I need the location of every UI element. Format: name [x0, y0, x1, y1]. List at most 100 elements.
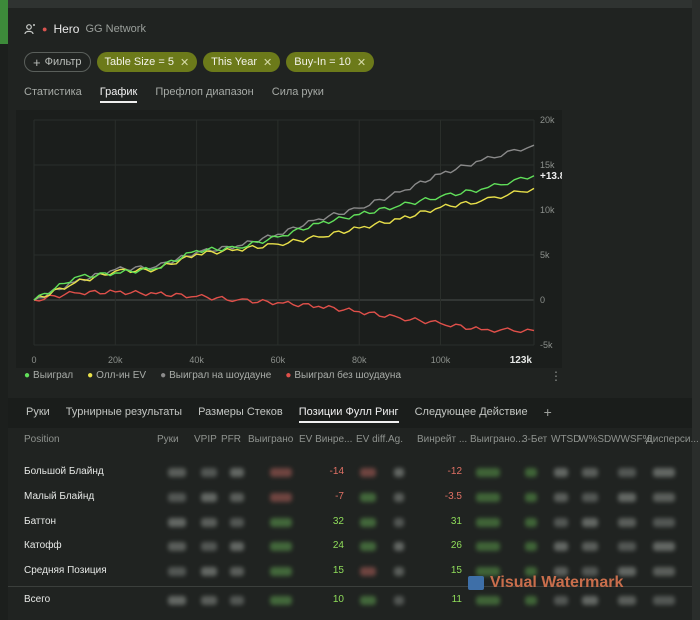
- more-options-icon[interactable]: ⋮: [550, 369, 562, 383]
- stats-tabs: Руки Турнирные результаты Размеры Стеков…: [26, 404, 552, 423]
- tab-preflop-range[interactable]: Префлоп диапазон: [155, 86, 253, 103]
- window-top-strip: [0, 0, 700, 8]
- blurred-cell: [618, 518, 636, 527]
- legend-item-won-no-showdown[interactable]: ● Выиграл без шоудауна: [285, 370, 401, 381]
- winrate-value: -3.5: [444, 491, 462, 502]
- blurred-cell: [554, 596, 568, 605]
- position-name: Малый Блайнд: [24, 491, 95, 502]
- position-name: Большой Блайнд: [24, 466, 104, 477]
- position-name: Баттон: [24, 516, 57, 527]
- column-header[interactable]: Винрейт ...: [417, 434, 467, 445]
- blurred-cell: [394, 596, 404, 605]
- tab-full-ring-positions[interactable]: Позиции Фулл Ринг: [298, 406, 399, 423]
- tab-hand-strength[interactable]: Сила руки: [272, 86, 324, 103]
- blurred-cell: [582, 493, 598, 502]
- tab-next-action[interactable]: Следующее Действие: [415, 406, 528, 423]
- blurred-cell: [230, 542, 244, 551]
- blurred-cell: [554, 493, 568, 502]
- blurred-cell: [360, 468, 376, 477]
- blurred-cell: [270, 518, 292, 527]
- legend-item-won[interactable]: ● Выиграл: [24, 370, 73, 381]
- column-header[interactable]: W%SD: [579, 434, 611, 445]
- column-header[interactable]: EV Винре...: [299, 434, 352, 445]
- blurred-cell: [168, 542, 186, 551]
- legend-label: Выиграл без шоудауна: [294, 370, 402, 381]
- chart-svg: 20k 15k 10k 5k 0 -5k 0 20k 40k 60k 80k 100k 123k +13.…: [31, 115, 571, 366]
- filter-chip-this-year[interactable]: This Year ✕: [203, 52, 281, 72]
- column-header[interactable]: PFR: [221, 434, 241, 445]
- x-tick-label: 60k: [271, 355, 286, 365]
- legend-item-won-showdown[interactable]: ● Выиграл на шоудауне: [160, 370, 271, 381]
- player-header: ● Hero GG Network: [24, 20, 146, 38]
- column-header[interactable]: Ag.: [388, 434, 403, 445]
- blurred-cell: [554, 542, 568, 551]
- blurred-cell: [201, 468, 217, 477]
- y-tick-label: -5k: [540, 340, 553, 350]
- blurred-cell: [618, 596, 636, 605]
- blurred-cell: [525, 596, 537, 605]
- add-filter-button[interactable]: + Фильтр: [24, 52, 91, 72]
- column-header[interactable]: Дисперси...: [646, 434, 699, 445]
- series-line: [33, 144, 535, 301]
- column-header[interactable]: VPIP: [194, 434, 217, 445]
- blurred-cell: [270, 493, 292, 502]
- close-icon[interactable]: ✕: [180, 56, 189, 69]
- status-dot-icon: ●: [42, 24, 48, 34]
- x-tick-label: 20k: [108, 355, 123, 365]
- add-filter-label: Фильтр: [44, 56, 82, 68]
- blurred-cell: [230, 468, 244, 477]
- blurred-cell: [360, 596, 376, 605]
- series-line: [33, 175, 535, 301]
- close-icon[interactable]: ✕: [263, 56, 272, 69]
- column-header[interactable]: Выиграно: [248, 434, 293, 445]
- legend-item-allin-ev[interactable]: ● Олл-ин EV: [87, 370, 146, 381]
- legend-dot-icon: ●: [160, 370, 167, 381]
- blurred-cell: [653, 596, 675, 605]
- watermark-text: Visual Watermark: [490, 574, 624, 591]
- player-name[interactable]: Hero: [53, 22, 79, 36]
- lock-icon: [468, 576, 484, 590]
- blurred-cell: [554, 518, 568, 527]
- tab-statistics[interactable]: Статистика: [24, 86, 82, 103]
- blurred-cell: [582, 542, 598, 551]
- column-header[interactable]: Position: [24, 434, 60, 445]
- blurred-cell: [360, 493, 376, 502]
- close-icon[interactable]: ✕: [357, 56, 366, 69]
- column-header[interactable]: Выиграно...: [470, 434, 524, 445]
- winrate-value: 11: [451, 594, 462, 605]
- blurred-cell: [360, 542, 376, 551]
- watermark: Visual Watermark: [468, 574, 623, 592]
- tab-hands[interactable]: Руки: [26, 406, 50, 423]
- x-tick-label: 40k: [189, 355, 204, 365]
- blurred-cell: [554, 468, 568, 477]
- x-tick-label: 0: [31, 355, 36, 365]
- winrate-value: 26: [450, 540, 462, 551]
- blurred-cell: [230, 518, 244, 527]
- filter-chip-label: Buy-In = 10: [294, 56, 351, 68]
- user-icon: [24, 24, 35, 35]
- blurred-cell: [582, 596, 598, 605]
- add-tab-icon[interactable]: +: [544, 404, 552, 423]
- column-header[interactable]: EV diff.: [356, 434, 388, 445]
- filter-chip-buy-in[interactable]: Buy-In = 10 ✕: [286, 52, 375, 72]
- filter-chip-table-size[interactable]: Table Size = 5 ✕: [96, 52, 198, 72]
- blurred-cell: [653, 493, 675, 502]
- legend-dot-icon: ●: [87, 370, 94, 381]
- blurred-cell: [168, 468, 186, 477]
- column-header[interactable]: Руки: [157, 434, 179, 445]
- tab-tournament-results[interactable]: Турнирные результаты: [66, 406, 182, 423]
- blurred-cell: [653, 567, 675, 576]
- ev-winrate-value: 32: [332, 516, 344, 527]
- tab-graph[interactable]: График: [99, 86, 138, 103]
- blurred-cell: [476, 596, 500, 605]
- blurred-cell: [201, 567, 217, 576]
- tab-stack-sizes[interactable]: Размеры Стеков: [198, 406, 283, 423]
- table-header: Position Руки VPIP PFR Выиграно EV Винре…: [8, 432, 699, 448]
- column-header[interactable]: 3-Бет: [522, 434, 547, 445]
- x-tick-label: 123k: [510, 355, 533, 366]
- blurred-cell: [360, 567, 376, 576]
- blurred-cell: [394, 542, 404, 551]
- position-name: Всего: [24, 594, 51, 605]
- blurred-cell: [168, 567, 186, 576]
- column-header[interactable]: WTSD: [551, 434, 580, 445]
